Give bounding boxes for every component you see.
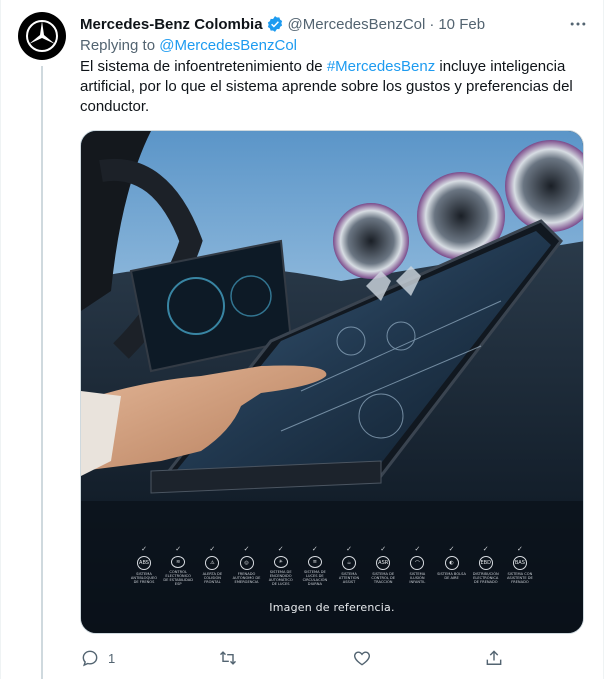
check-icon: ✓	[141, 546, 147, 553]
feature-item: ✓ ABS SISTEMA ANTIBLOQUEO DE FRENOS	[129, 546, 159, 586]
feature-icon: ⌒	[410, 556, 425, 570]
tweet-actions: 1	[72, 646, 512, 670]
check-icon: ✓	[209, 546, 216, 553]
retweet-button[interactable]	[218, 646, 246, 670]
avatar[interactable]	[18, 12, 66, 60]
feature-item: ✓ ◎ FRENADO AUTÓNOMO DE EMERGENCIA	[232, 546, 262, 586]
feature-label: CONTROL ELECTRÓNICO DE ESTABILIDAD ESP	[163, 570, 193, 586]
feature-icon: BAS	[512, 556, 527, 570]
image-caption: Imagen de referencia.	[269, 601, 395, 614]
reply-icon	[82, 650, 98, 667]
feature-item: ✓ ☀ SISTEMA DE ENCENDIDO AUTOMÁTICO DE LUC…	[266, 546, 296, 586]
feature-item: ✓ EBD DISTRIBUCIÓN ELECTRÓNICA DE FRENADO	[471, 546, 501, 586]
feature-icon: ☕	[342, 556, 357, 570]
feature-label: SISTEMA DE LUCES DE CIRCULACIÓN DIURNA	[302, 570, 328, 586]
check-icon: ✓	[175, 546, 182, 553]
check-icon: ✓	[346, 546, 352, 553]
tweet-header: Mercedes-Benz Colombia @MercedesBenzCol …	[80, 13, 592, 35]
feature-label: SISTEMA ANTIBLOQUEO DE FRENOS	[130, 572, 158, 584]
mercedes-star-logo	[26, 20, 58, 52]
feature-label: SISTEMA ILUSIÓN INFANTIL	[409, 572, 426, 584]
reply-button[interactable]: 1	[80, 646, 115, 670]
tweet-text: El sistema de infoentretenimiento de #Me…	[80, 57, 585, 117]
feature-icon: ASR	[376, 556, 391, 570]
feature-label: FRENADO AUTÓNOMO DE EMERGENCIA	[232, 572, 261, 584]
verified-badge-icon	[266, 15, 284, 33]
feature-icon: ⚠	[205, 556, 220, 570]
replying-to-line: Replying to @MercedesBenzCol	[80, 37, 297, 54]
check-icon: ✓	[482, 546, 489, 553]
check-icon: ✓	[311, 546, 318, 553]
check-icon: ✓	[414, 546, 421, 553]
check-icon: ✓	[243, 546, 250, 553]
feature-icon: ◎	[239, 556, 254, 570]
feature-icon: ≡	[307, 556, 322, 568]
tweet-text-start: El sistema de infoentretenimiento de	[80, 58, 327, 75]
feature-icon: ≋	[171, 556, 186, 568]
feature-item: ✓ ASR SISTEMA DE CONTROL DE TRACCIÓN	[368, 546, 398, 586]
feature-icon: ☀	[273, 556, 288, 568]
check-icon: ✓	[380, 546, 387, 553]
more-options-icon[interactable]	[566, 12, 590, 36]
retweet-icon	[219, 651, 237, 665]
feature-item: ✓ ⌒ SISTEMA ILUSIÓN INFANTIL	[402, 546, 432, 586]
thread-connector-line	[41, 66, 43, 679]
feature-label: SISTEMA BOLSA DE AIRE	[437, 572, 466, 580]
feature-icon: ◐	[444, 556, 459, 570]
feature-item: ✓ ≡ SISTEMA DE LUCES DE CIRCULACIÓN DIURNA	[300, 546, 330, 586]
feature-label: SISTEMA CON ASISTENTE DE FRENADO	[506, 572, 533, 584]
share-button[interactable]	[484, 646, 504, 670]
check-icon: ✓	[448, 546, 455, 553]
feature-label: DISTRIBUCIÓN ELECTRÓNICA DE FRENADO	[472, 572, 499, 584]
tweet-date[interactable]: 10 Feb	[438, 16, 485, 33]
feature-item: ✓ BAS SISTEMA CON ASISTENTE DE FRENADO	[505, 546, 535, 586]
timeline-border-left	[0, 0, 1, 679]
header-separator: ·	[429, 15, 435, 33]
feature-item: ✓ ⚠ ALERTA DE COLISIÓN FRONTAL	[197, 546, 227, 586]
share-icon	[486, 650, 502, 665]
feature-item: ✓ ≋ CONTROL ELECTRÓNICO DE ESTABILIDAD ESP	[163, 546, 193, 586]
feature-item: ✓ ◐ SISTEMA BOLSA DE AIRE	[437, 546, 467, 586]
check-icon: ✓	[516, 546, 523, 553]
feature-label: SISTEMA DE ENCENDIDO AUTOMÁTICO DE LUCES	[268, 570, 293, 586]
feature-item: ✓ ☕ SISTEMA ATTENTION ASSIST	[334, 546, 364, 586]
tweet-media-image[interactable]: ✓ ABS SISTEMA ANTIBLOQUEO DE FRENOS ✓ ≋ CONTR…	[80, 130, 584, 634]
check-icon: ✓	[277, 546, 284, 553]
feature-label: SISTEMA ATTENTION ASSIST	[338, 572, 360, 584]
author-handle[interactable]: @MercedesBenzCol	[288, 16, 426, 33]
feature-label: SISTEMA DE CONTROL DE TRACCIÓN	[371, 572, 396, 584]
author-name[interactable]: Mercedes-Benz Colombia	[80, 16, 263, 33]
replying-prefix: Replying to	[80, 37, 156, 54]
feature-icons-row: ✓ ABS SISTEMA ANTIBLOQUEO DE FRENOS ✓ ≋ CONTR…	[129, 546, 535, 586]
heart-icon	[353, 651, 371, 666]
feature-icon: ABS	[137, 556, 151, 570]
replying-to-link[interactable]: @MercedesBenzCol	[159, 37, 297, 54]
feature-icon: EBD	[478, 556, 493, 570]
reply-count: 1	[108, 650, 116, 666]
like-button[interactable]	[352, 646, 380, 670]
feature-label: ALERTA DE COLISIÓN FRONTAL	[202, 572, 223, 584]
hashtag-link[interactable]: #MercedesBenz	[327, 58, 435, 75]
